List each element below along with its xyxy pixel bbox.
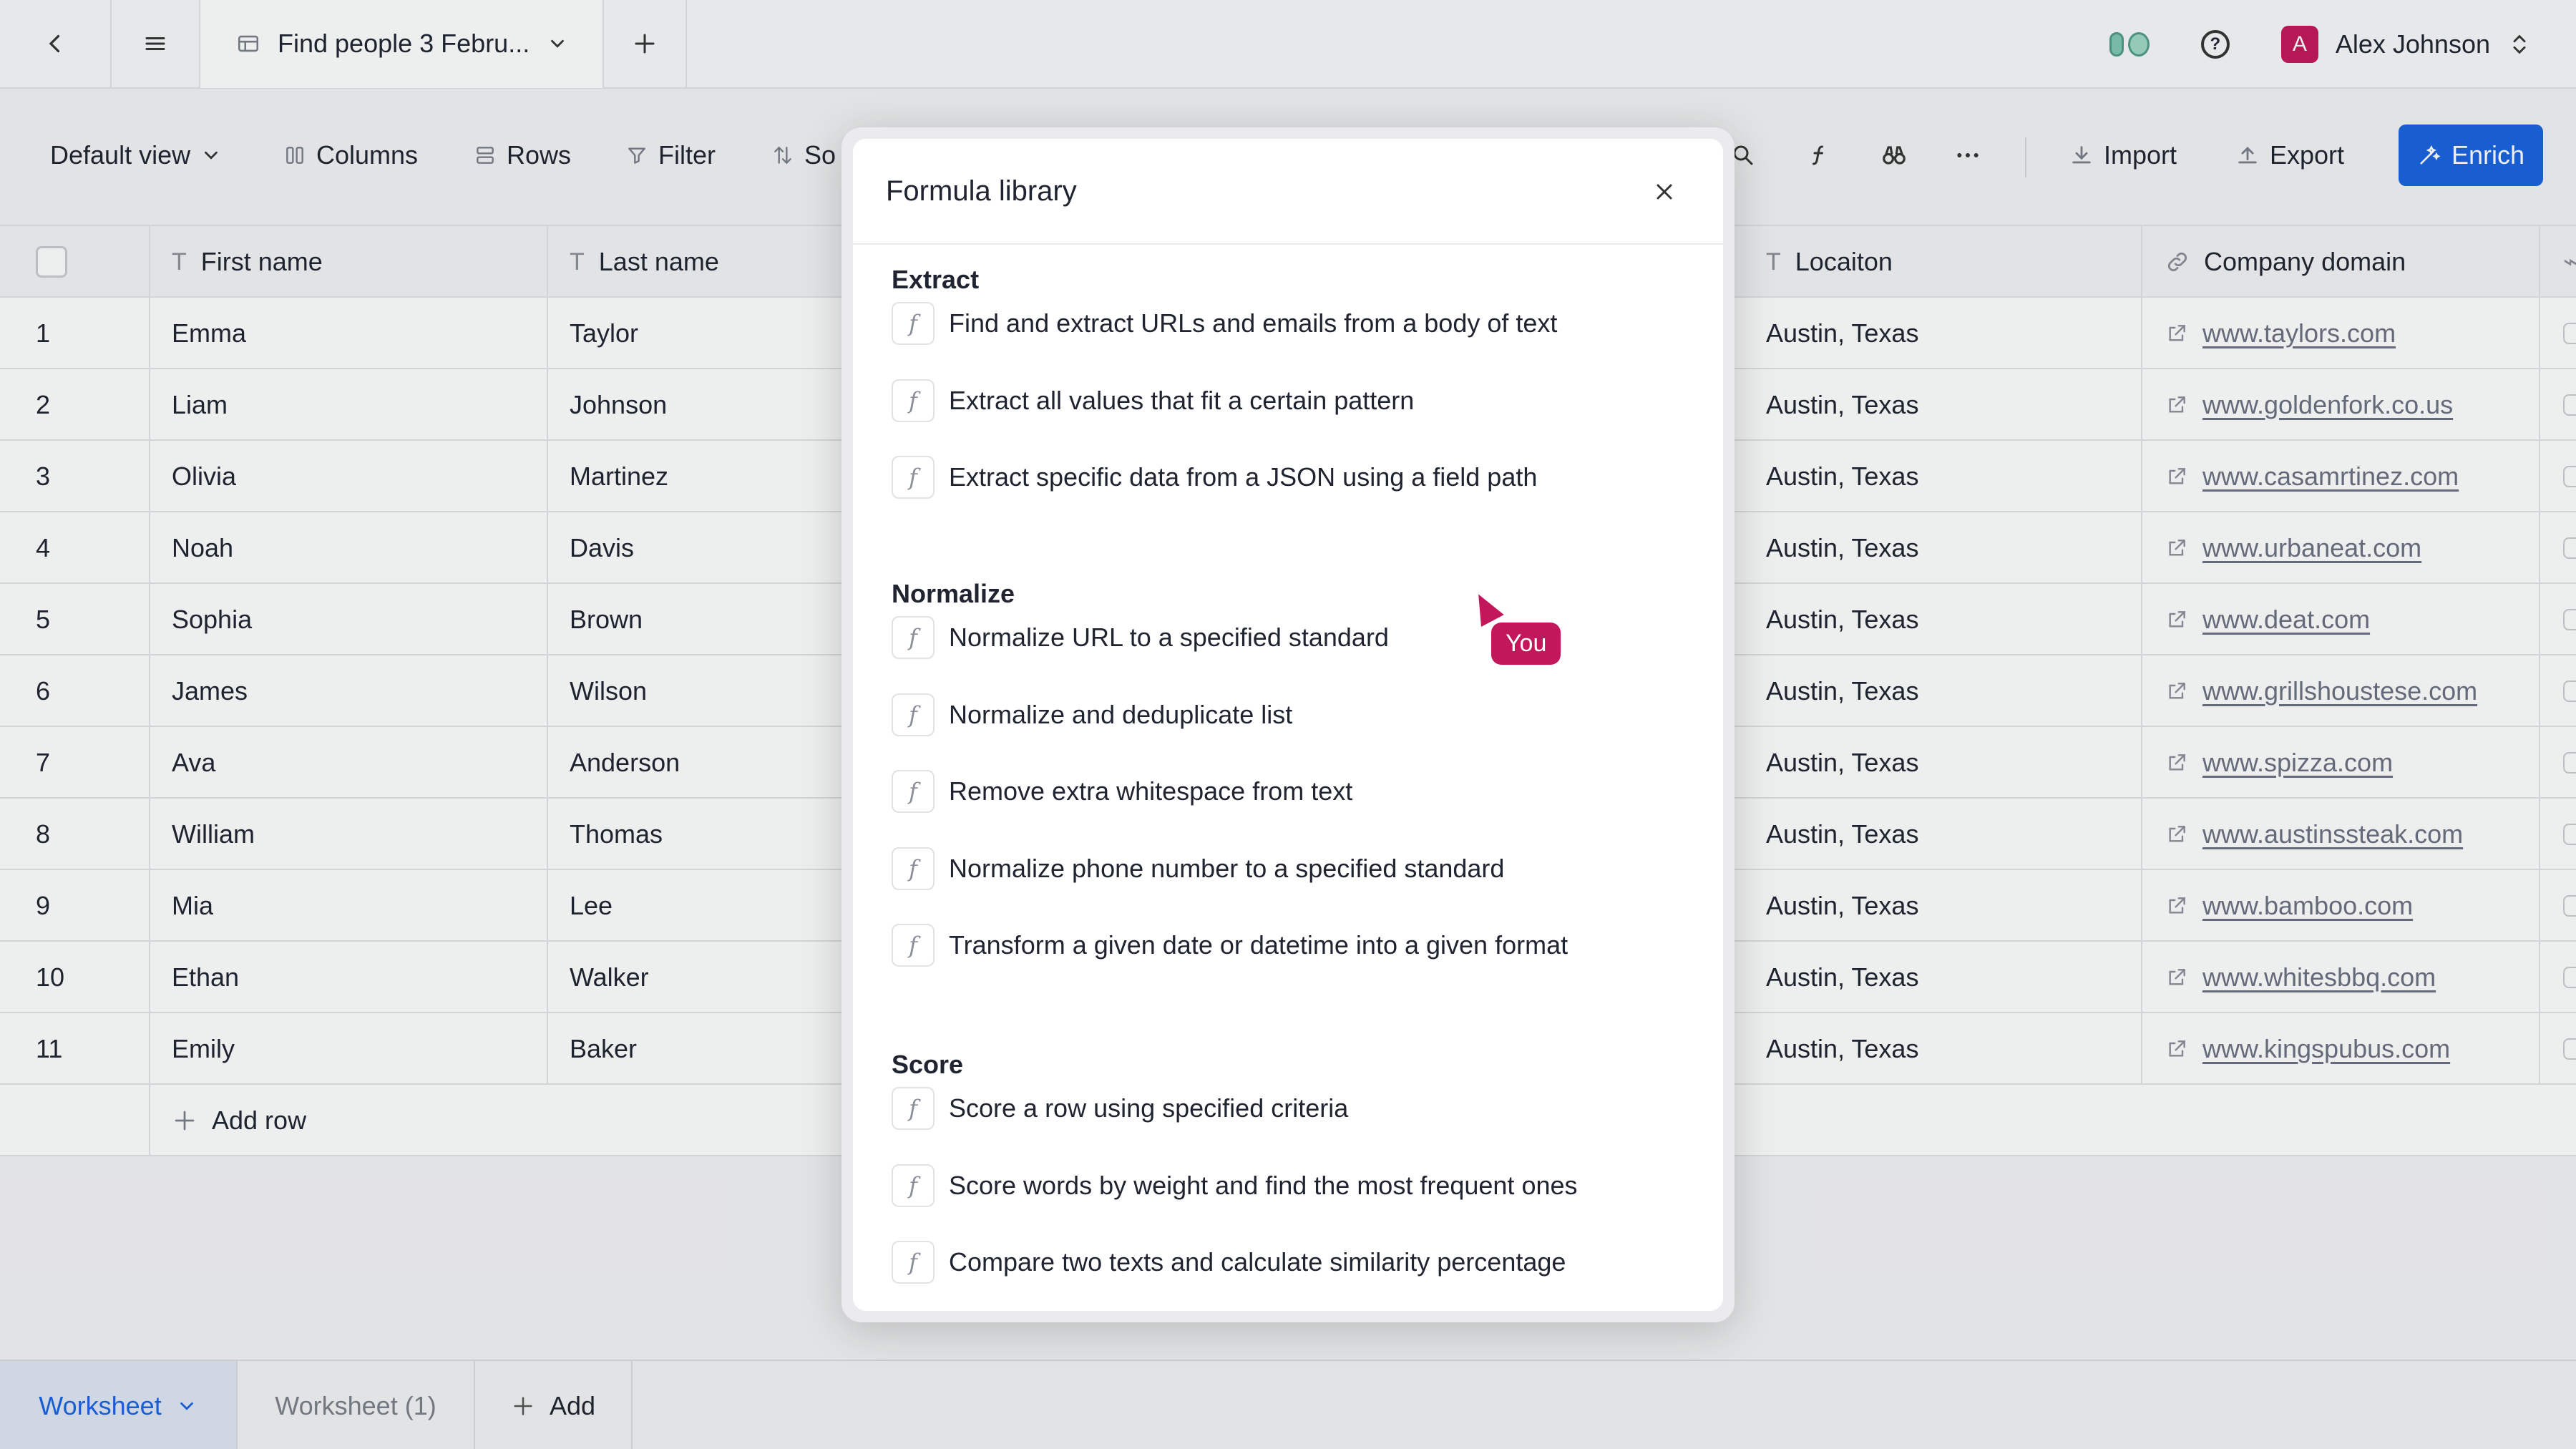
formula-item-label: Normalize URL to a specified standard (949, 623, 1389, 652)
formula-icon: f (892, 379, 935, 422)
formula-item-label: Find and extract URLs and emails from a … (949, 308, 1558, 338)
modal-panel: Formula library Extract f Find and extract… (853, 139, 1723, 1311)
close-icon (1657, 184, 1672, 200)
formula-item[interactable]: f Score a row using specified criteria (892, 1087, 1348, 1130)
formula-icon: f (892, 456, 935, 499)
formula-item[interactable]: f Compare two texts and calculate similar… (892, 1241, 1566, 1284)
modal-title: Formula library (886, 175, 1077, 207)
formula-item[interactable]: f Normalize URL to a specified standard (892, 616, 1389, 659)
formula-icon: f (892, 847, 935, 890)
formula-item-label: Score words by weight and find the most … (949, 1170, 1578, 1200)
formula-icon: f (892, 1241, 935, 1284)
formula-item[interactable]: f Remove extra whitespace from text (892, 770, 1352, 813)
formula-item-label: Transform a given date or datetime into … (949, 930, 1568, 960)
formula-item[interactable]: f Extract specific data from a JSON using… (892, 456, 1537, 499)
formula-item[interactable]: f Find and extract URLs and emails from a… (892, 302, 1557, 345)
formula-item[interactable]: f Extract all values that fit a certain p… (892, 379, 1414, 422)
collaborator-cursor-label: You (1491, 623, 1561, 665)
formula-icon: f (892, 616, 935, 659)
formula-item-label: Compare two texts and calculate similari… (949, 1247, 1566, 1277)
formula-item-label: Normalize and deduplicate list (949, 699, 1293, 729)
formula-item[interactable]: f Transform a given date or datetime into… (892, 924, 1568, 967)
formula-item[interactable]: f Score words by weight and find the most… (892, 1163, 1578, 1207)
section-title-normalize: Normalize (892, 579, 1015, 608)
formula-icon: f (892, 1163, 935, 1207)
section-title-extract: Extract (892, 265, 980, 294)
formula-icon: f (892, 924, 935, 967)
section-title-score: Score (892, 1050, 964, 1079)
formula-item-label: Remove extra whitespace from text (949, 776, 1353, 806)
formula-item-label: Normalize phone number to a specified st… (949, 853, 1505, 883)
formula-icon: f (892, 1087, 935, 1130)
formula-icon: f (892, 693, 935, 736)
formula-icon: f (892, 770, 935, 813)
formula-item-label: Extract specific data from a JSON using … (949, 462, 1538, 492)
formula-library-modal: Formula library Extract f Find and extract… (841, 127, 1735, 1322)
formula-item-label: Extract all values that fit a certain pa… (949, 385, 1415, 415)
close-button[interactable] (1644, 172, 1684, 212)
formula-item[interactable]: f Normalize and deduplicate list (892, 693, 1292, 736)
formula-item-label: Score a row using specified criteria (949, 1093, 1349, 1123)
formula-item[interactable]: f Normalize phone number to a specified s… (892, 847, 1504, 890)
formula-icon: f (892, 302, 935, 345)
modal-header: Formula library (853, 139, 1723, 245)
